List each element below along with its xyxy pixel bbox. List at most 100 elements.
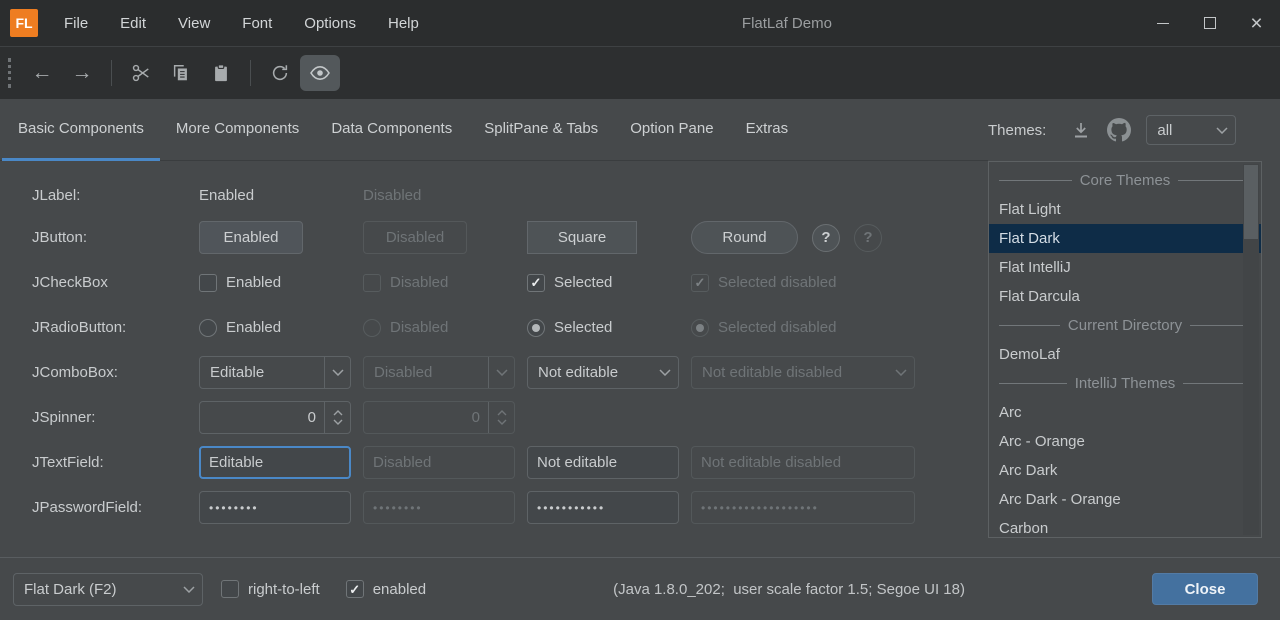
theme-item-arc[interactable]: Arc: [989, 398, 1261, 427]
radio-enabled[interactable]: Enabled: [199, 319, 363, 337]
spinner[interactable]: 0: [199, 401, 351, 434]
passwordfield-not-editable-disabled[interactable]: •••••••••••••••••••: [691, 491, 915, 524]
toolbar-separator: [250, 60, 251, 86]
textfield-not-editable-disabled[interactable]: Not editable disabled: [691, 446, 915, 479]
theme-item-arc-orange[interactable]: Arc - Orange: [989, 427, 1261, 456]
theme-item-arc-dark[interactable]: Arc Dark: [989, 456, 1261, 485]
themes-separator: IntelliJ Themes: [989, 369, 1261, 398]
content-area: Basic Components More Components Data Co…: [0, 99, 1280, 557]
themes-panel: Themes: all Core Themes Flat Light Flat …: [988, 99, 1280, 557]
checkbox-selected-disabled[interactable]: ✓ Selected disabled: [691, 274, 988, 292]
theme-item-flat-light[interactable]: Flat Light: [989, 195, 1261, 224]
menu-font[interactable]: Font: [226, 0, 288, 46]
tab-data-components[interactable]: Data Components: [315, 99, 468, 161]
disabled-button[interactable]: Disabled: [363, 221, 467, 254]
radio-selected[interactable]: Selected: [527, 319, 691, 337]
enabled-button[interactable]: Enabled: [199, 221, 303, 254]
themes-scrollbar-track[interactable]: [1243, 164, 1259, 535]
theme-item-arc-dark-orange[interactable]: Arc Dark - Orange: [989, 485, 1261, 514]
themes-separator: Current Directory: [989, 311, 1261, 340]
menu-edit[interactable]: Edit: [104, 0, 162, 46]
jlabel-enabled: Enabled: [199, 187, 363, 204]
radio-icon: [199, 319, 217, 337]
help-button[interactable]: ?: [812, 224, 840, 252]
menu-view[interactable]: View: [162, 0, 226, 46]
close-icon: ×: [1250, 13, 1262, 34]
tab-basic-components[interactable]: Basic Components: [2, 99, 160, 161]
bottom-bar: Flat Dark (F2) right-to-left ✓ enabled (…: [0, 557, 1280, 620]
jbutton-row-label: JButton:: [32, 229, 199, 246]
radio-selected-icon: [691, 319, 709, 337]
github-button[interactable]: [1104, 115, 1134, 145]
passwordfield-not-editable[interactable]: •••••••••••: [527, 491, 679, 524]
maximize-button[interactable]: [1186, 0, 1233, 46]
toolbar-drag-grip[interactable]: [8, 58, 12, 88]
theme-item-carbon[interactable]: Carbon: [989, 514, 1261, 538]
combobox-disabled[interactable]: Disabled: [363, 356, 515, 389]
close-window-button[interactable]: ×: [1233, 0, 1280, 46]
radio-selected-icon: [527, 319, 545, 337]
cut-button[interactable]: [121, 55, 161, 91]
textfield-editable[interactable]: Editable: [199, 446, 351, 479]
jlabel-row-label: JLabel:: [32, 187, 199, 204]
maximize-icon: [1204, 17, 1216, 29]
tab-option-pane[interactable]: Option Pane: [614, 99, 729, 161]
theme-item-flat-intellij[interactable]: Flat IntelliJ: [989, 253, 1261, 282]
refresh-button[interactable]: [260, 55, 300, 91]
download-button[interactable]: [1066, 115, 1096, 145]
combobox-not-editable-disabled[interactable]: Not editable disabled: [691, 356, 915, 389]
menu-help[interactable]: Help: [372, 0, 435, 46]
github-icon: [1107, 118, 1131, 142]
back-arrow-icon: ←: [32, 61, 53, 85]
refresh-icon: [270, 63, 290, 83]
cut-scissors-icon: [131, 63, 151, 83]
spinner-disabled[interactable]: 0: [363, 401, 515, 434]
combobox-editable[interactable]: Editable: [199, 356, 351, 389]
themes-separator: Core Themes: [989, 166, 1261, 195]
checkbox-selected[interactable]: ✓ Selected: [527, 274, 691, 292]
passwordfield-editable[interactable]: ••••••••: [199, 491, 351, 524]
chevron-down-icon: [333, 419, 343, 425]
themes-filter-combobox[interactable]: all: [1146, 115, 1236, 145]
left-column: Basic Components More Components Data Co…: [0, 99, 988, 557]
theme-item-flat-dark[interactable]: Flat Dark: [989, 224, 1261, 253]
tab-splitpane-tabs[interactable]: SplitPane & Tabs: [468, 99, 614, 161]
menu-file[interactable]: File: [48, 0, 104, 46]
passwordfield-disabled[interactable]: ••••••••: [363, 491, 515, 524]
square-button[interactable]: Square: [527, 221, 637, 254]
theme-item-demolaf[interactable]: DemoLaf: [989, 340, 1261, 369]
themes-scrollbar-thumb[interactable]: [1244, 165, 1258, 239]
chevron-down-icon: [895, 369, 907, 376]
show-toggle-button[interactable]: [300, 55, 340, 91]
back-button[interactable]: ←: [22, 55, 62, 91]
right-to-left-checkbox[interactable]: right-to-left: [221, 580, 320, 598]
window-title: FlatLaf Demo: [435, 0, 1139, 46]
textfield-not-editable[interactable]: Not editable: [527, 446, 679, 479]
radio-disabled[interactable]: Disabled: [363, 319, 527, 337]
jpasswordfield-row-label: JPasswordField:: [32, 499, 199, 516]
theme-item-flat-darcula[interactable]: Flat Darcula: [989, 282, 1261, 311]
forward-button[interactable]: →: [62, 55, 102, 91]
forward-arrow-icon: →: [72, 61, 93, 85]
menu-options[interactable]: Options: [288, 0, 372, 46]
laf-combobox[interactable]: Flat Dark (F2): [13, 573, 203, 606]
eye-icon: [309, 62, 331, 84]
enabled-checkbox[interactable]: ✓ enabled: [346, 580, 426, 598]
round-button[interactable]: Round: [691, 221, 798, 254]
tab-extras[interactable]: Extras: [730, 99, 805, 161]
radio-selected-disabled[interactable]: Selected disabled: [691, 319, 988, 337]
checkbox-enabled[interactable]: Enabled: [199, 274, 363, 292]
help-button-disabled[interactable]: ?: [854, 224, 882, 252]
tab-more-components[interactable]: More Components: [160, 99, 315, 161]
combobox-not-editable[interactable]: Not editable: [527, 356, 679, 389]
minimize-icon: [1157, 23, 1169, 24]
paste-button[interactable]: [201, 55, 241, 91]
component-grid: JLabel: Enabled Disabled JButton: Enable…: [0, 175, 988, 530]
copy-button[interactable]: [161, 55, 201, 91]
themes-header: Themes: all: [988, 99, 1262, 161]
checkbox-disabled[interactable]: Disabled: [363, 274, 527, 292]
close-button[interactable]: Close: [1152, 573, 1258, 605]
textfield-disabled[interactable]: Disabled: [363, 446, 515, 479]
chevron-down-icon: [496, 369, 508, 376]
minimize-button[interactable]: [1139, 0, 1186, 46]
